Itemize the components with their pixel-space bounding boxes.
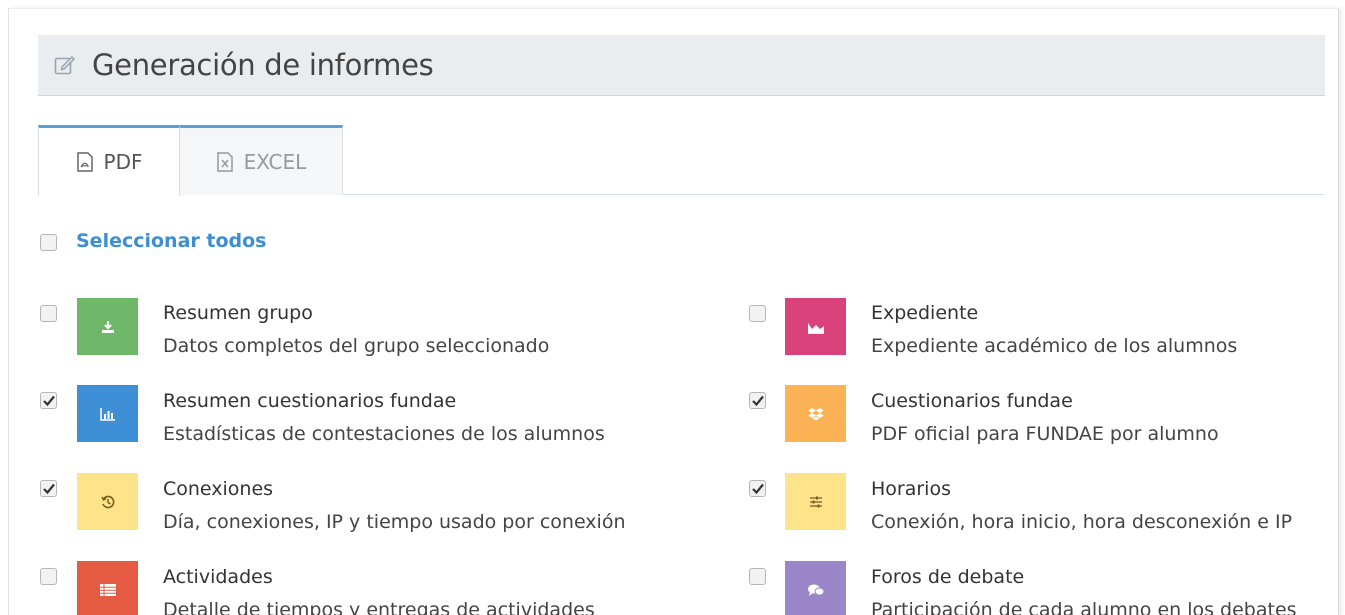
report-name: Expediente <box>871 302 979 324</box>
report-name: Resumen cuestionarios fundae <box>163 390 457 412</box>
report-name: Cuestionarios fundae <box>871 390 1073 412</box>
report-description: Detalle de tiempos y entregas de activid… <box>163 599 595 615</box>
report-description: Datos completos del grupo seleccionado <box>163 335 550 357</box>
bar-chart-icon <box>99 407 115 421</box>
report-badge <box>77 385 138 442</box>
horarios-checkbox[interactable] <box>749 480 766 497</box>
report-name: Horarios <box>871 478 951 500</box>
excel-file-icon <box>216 151 233 172</box>
report-name: Conexiones <box>163 478 274 500</box>
tab-excel-label: EXCEL <box>243 149 307 174</box>
format-tabs: PDF EXCEL <box>38 125 1325 196</box>
report-badge <box>785 473 846 530</box>
cuestionarios-fundae-checkbox[interactable] <box>749 392 766 409</box>
history-icon <box>100 495 114 508</box>
conexiones-checkbox[interactable] <box>40 480 57 497</box>
sliders-icon <box>809 496 822 507</box>
resumen-cuestionarios-checkbox[interactable] <box>40 392 57 409</box>
report-name: Actividades <box>163 566 273 588</box>
select-all-checkbox[interactable] <box>40 234 57 251</box>
report-description: Participación de cada alumno en los deba… <box>871 599 1297 615</box>
expediente-checkbox[interactable] <box>749 305 766 322</box>
pdf-file-icon <box>76 152 93 172</box>
check-icon <box>42 395 55 406</box>
report-generation-panel: Generación de informes PDF EXCEL Selecci… <box>8 8 1339 615</box>
report-badge <box>785 298 846 355</box>
foros-debate-checkbox[interactable] <box>749 568 766 585</box>
page-title: Generación de informes <box>92 48 434 82</box>
report-badge <box>77 473 138 530</box>
tab-excel[interactable]: EXCEL <box>180 125 343 195</box>
check-icon <box>751 395 764 406</box>
resumen-grupo-checkbox[interactable] <box>40 305 57 322</box>
report-badge <box>785 385 846 442</box>
comments-icon <box>807 584 824 596</box>
report-description: Expediente académico de los alumnos <box>871 335 1238 357</box>
tab-pdf-label: PDF <box>103 150 143 174</box>
dropbox-icon <box>808 407 823 420</box>
report-description: Conexión, hora inicio, hora desconexión … <box>871 511 1293 533</box>
report-name: Resumen grupo <box>163 302 313 324</box>
panel-header: Generación de informes <box>38 35 1325 96</box>
list-icon <box>99 583 116 596</box>
tab-pdf[interactable]: PDF <box>38 125 180 196</box>
check-icon <box>42 483 55 494</box>
area-chart-icon <box>807 322 824 334</box>
report-badge <box>77 561 138 615</box>
report-description: Día, conexiones, IP y tiempo usado por c… <box>163 511 626 533</box>
report-badge <box>785 561 846 615</box>
actividades-checkbox[interactable] <box>40 568 57 585</box>
report-badge <box>77 298 138 355</box>
report-name: Foros de debate <box>871 566 1025 588</box>
download-icon <box>101 320 114 333</box>
select-all-label[interactable]: Seleccionar todos <box>76 230 267 252</box>
report-description: Estadísticas de contestaciones de los al… <box>163 423 605 445</box>
check-icon <box>751 483 764 494</box>
edit-icon <box>54 55 76 75</box>
report-description: PDF oficial para FUNDAE por alumno <box>871 423 1219 445</box>
